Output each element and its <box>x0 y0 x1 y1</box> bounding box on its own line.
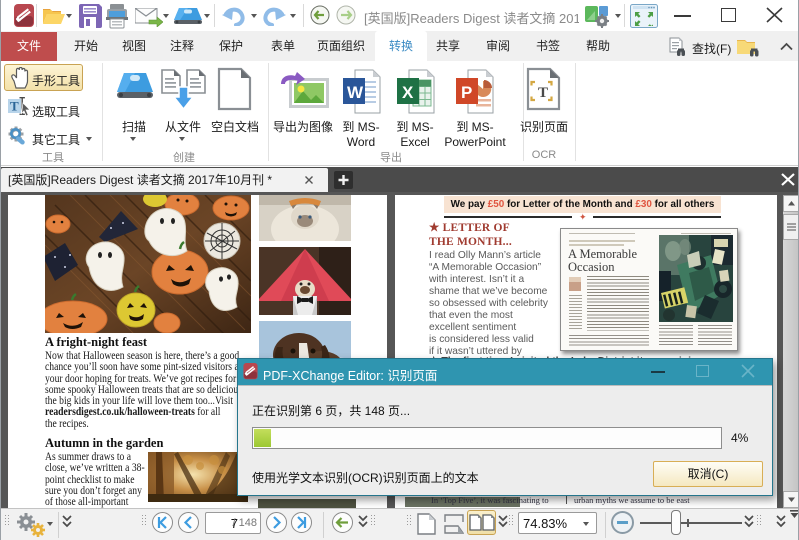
svg-text:W: W <box>347 83 364 102</box>
svg-text:X: X <box>402 83 414 102</box>
svg-text:P: P <box>461 83 472 102</box>
svg-text:T: T <box>538 85 548 101</box>
svg-text:T: T <box>10 99 19 114</box>
